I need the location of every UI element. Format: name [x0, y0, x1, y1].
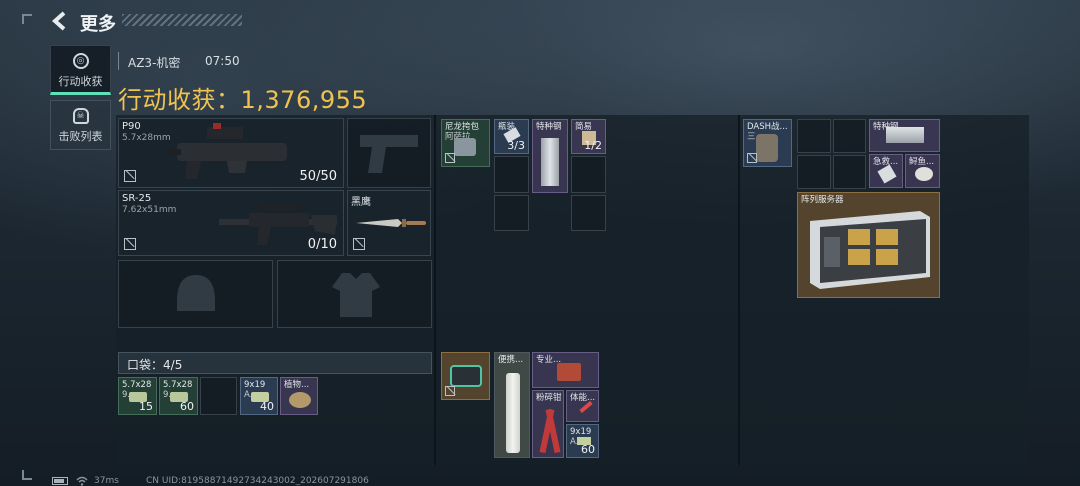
backpack-item[interactable]: 便携... [494, 352, 530, 458]
backpack-slot-empty[interactable] [833, 119, 866, 153]
weapon-name: P90 [122, 121, 141, 132]
server-icon [810, 211, 930, 289]
rig-item[interactable]: 简易 1/2 [571, 119, 606, 154]
rig-slot-empty[interactable] [571, 195, 606, 231]
tab-kill-list[interactable]: ☠ 击败列表 [50, 100, 111, 150]
melee-slot[interactable]: 黑鹰 [347, 190, 431, 256]
secure-mark-icon [747, 153, 757, 163]
armor-placeholder-icon [332, 273, 380, 317]
secure-mark-icon [353, 238, 365, 250]
pocket-header: 口袋：4/5 [118, 352, 432, 374]
rig-slot-empty[interactable] [494, 156, 529, 193]
battery-icon [52, 477, 68, 485]
pistol-placeholder-icon [360, 135, 418, 173]
haul-number: 1,376,955 [240, 86, 368, 114]
armor-slot[interactable] [277, 260, 432, 328]
backpack-item[interactable]: DASH战... 三... [743, 119, 792, 167]
tab-kill-list-label: 击败列表 [58, 130, 103, 143]
helmet-slot[interactable] [118, 260, 273, 328]
rig-item[interactable]: 瓶装 3/3 [494, 119, 529, 154]
pocket-item-empty[interactable] [200, 377, 237, 415]
divider [118, 52, 119, 70]
weapon-caliber: 7.62x51mm [122, 205, 177, 215]
corner-decoration [22, 14, 32, 24]
secure-mark-icon [124, 170, 136, 182]
backpack-item[interactable]: 急救... [869, 154, 903, 188]
backpack-slot-empty[interactable] [797, 119, 831, 153]
weapon-caliber: 5.7x28mm [122, 133, 171, 143]
backpack-item[interactable]: 9x19 A... 60 [566, 424, 599, 458]
weapon-ammo: 0/10 [307, 237, 337, 252]
map-name: AZ3-机密 [128, 56, 181, 70]
skull-icon: ☠ [72, 108, 89, 124]
melee-name: 黑鹰 [351, 197, 371, 208]
corner-decoration [22, 470, 32, 480]
backpack-slot-empty[interactable] [833, 155, 866, 189]
p90-icon [167, 123, 287, 179]
wifi-icon [76, 476, 88, 486]
weapon-name: SR-25 [122, 193, 152, 204]
back-button[interactable] [50, 10, 72, 32]
page-title: 更多 [80, 14, 116, 35]
backpack-item[interactable] [441, 352, 490, 400]
backpack-slot-empty[interactable] [797, 155, 831, 189]
rig-item[interactable]: 特种钢 [532, 119, 568, 193]
tab-haul[interactable]: ◎ 行动收获 [50, 45, 111, 95]
weapon-slot-secondary[interactable]: SR-25 7.62x51mm 0/10 [118, 190, 344, 256]
header-stripe [122, 14, 242, 26]
backpack-item[interactable]: 体能... [566, 390, 599, 422]
secure-mark-icon [124, 238, 136, 250]
rig-item[interactable]: 尼龙挎包 阿萨拉 [441, 119, 490, 167]
haul-value: 行动收获：1,376,955 [118, 80, 367, 115]
secure-mark-icon [445, 386, 455, 396]
uid-text: CN UID:8195887149273424300​2_20260729180… [146, 476, 369, 486]
pocket-item[interactable]: 5.7x28 9... 60 [159, 377, 198, 415]
pocket-item[interactable]: 植物... [280, 377, 318, 415]
haul-label: 行动收获： [118, 86, 241, 114]
backpack-item[interactable]: 特种钢 [869, 119, 940, 152]
weapon-slot-primary[interactable]: P90 5.7x28mm 50/50 [118, 118, 344, 188]
rig-slot-empty[interactable] [494, 195, 529, 231]
pocket-label: 口袋：4/5 [127, 358, 183, 372]
weapon-ammo: 50/50 [299, 169, 337, 184]
rig-slot-empty[interactable] [571, 156, 606, 193]
sidearm-slot[interactable] [347, 118, 431, 188]
knife-icon [356, 219, 426, 227]
pocket-item[interactable]: 5.7x28 9... 15 [118, 377, 157, 415]
raid-time: 07:50 [205, 54, 240, 68]
column-divider [738, 115, 740, 465]
helmet-placeholder-icon [177, 275, 215, 311]
backpack-item[interactable]: 专业... [532, 352, 599, 388]
tab-haul-label: 行动收获 [58, 75, 103, 88]
column-divider [434, 115, 436, 465]
secure-mark-icon [445, 153, 455, 163]
ping-text: 37ms [94, 476, 119, 486]
chevron-left-icon [51, 11, 66, 31]
pocket-item[interactable]: 9x19 A... 40 [240, 377, 278, 415]
target-icon: ◎ [72, 53, 89, 69]
backpack-item-server[interactable]: 阵列服务器 [797, 192, 940, 298]
backpack-item[interactable]: 粉碎钳 [532, 390, 564, 458]
backpack-item[interactable]: 鲟鱼... [905, 154, 940, 188]
